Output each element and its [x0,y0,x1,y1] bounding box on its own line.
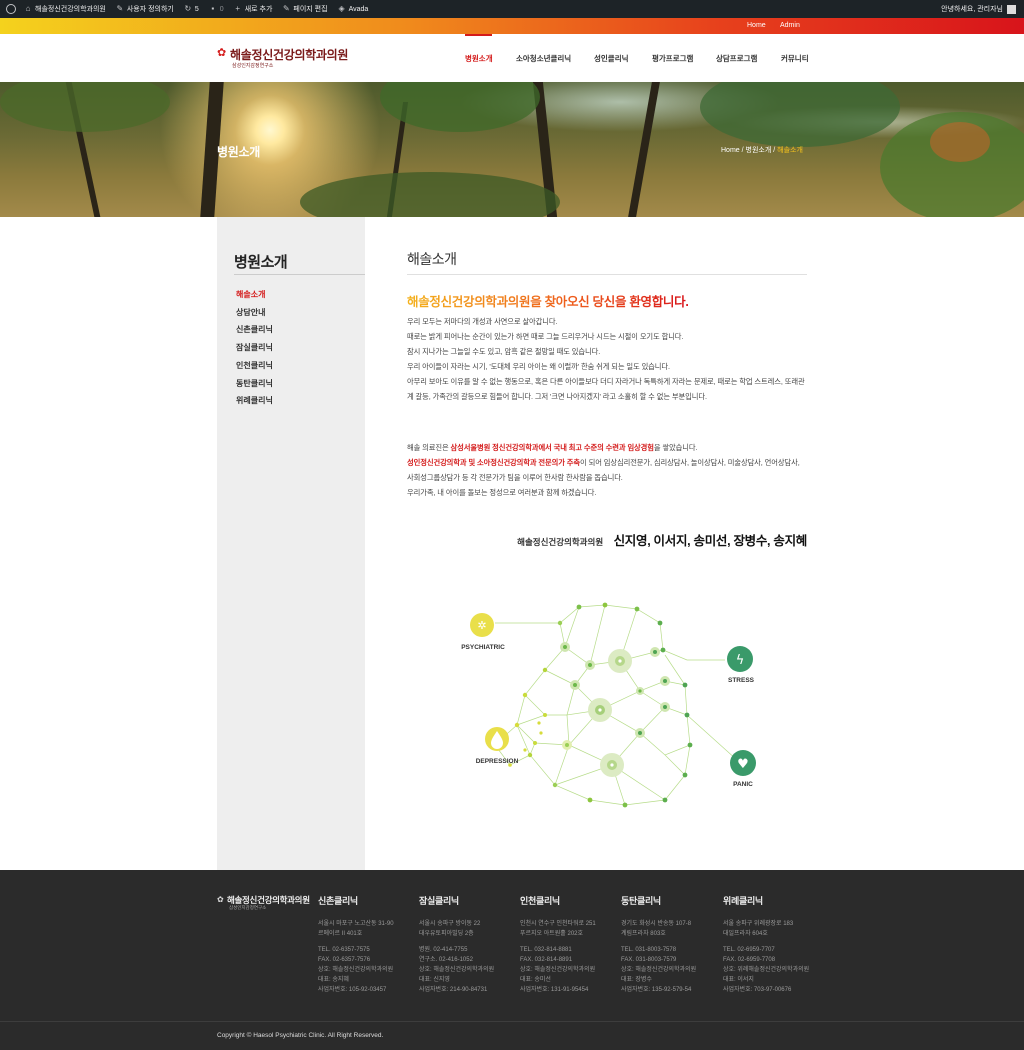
logo-flower-icon: ✿ [217,895,224,904]
avada-icon: ◈ [338,4,345,13]
logo-subtitle: 삼성인지감정연구소 [232,63,274,69]
avatar [1007,4,1016,14]
divider [407,274,807,275]
logo-name: 해솔정신건강의학과의원 [230,48,349,62]
sidebar-item-jamsil[interactable]: 잠실클리닉 [236,342,273,353]
plus-icon: + [235,4,241,13]
admin-account[interactable]: 안녕하세요, 관리자님 [941,0,1016,18]
nav-item-about[interactable]: 병원소개 [465,53,493,64]
admin-site-link[interactable]: ⌂ 해솔정신건강의학과의원 [24,4,106,14]
site-footer: ✿ 해솔정신건강의학과의원 삼성인지감정연구소 신촌클리닉 서울시 마포구 노고… [0,870,1024,1050]
refresh-icon: ↻ [184,4,192,13]
mind-network-diagram: ✲ PSYCHIATRIC ϟ STRESS DEPRESSION ♥ PANI… [461,602,756,808]
admin-customize-link[interactable]: ✎ 사용자 정의하기 [116,4,173,14]
svg-text:STRESS: STRESS [728,677,755,684]
doctors-signature: 해솔정신건강의학과의원 신지영, 이서지, 송미선, 장병수, 송지혜 [517,534,807,548]
top-home-link[interactable]: Home [747,22,766,29]
sidebar-item-consult[interactable]: 상담안내 [236,307,265,318]
depression-node: DEPRESSION [476,727,519,765]
foliage-autumn [930,122,990,162]
divider [0,1021,1024,1022]
top-admin-link[interactable]: Admin [780,22,800,29]
hero-banner: 병원소개 Home / 병원소개 / 해솔소개 [0,82,1024,217]
brush-icon: ✎ [116,4,124,13]
welcome-heading: 해솔정신건강의학과의원을 찾아오신 당신을 환영합니다. [407,291,689,310]
svg-text:PANIC: PANIC [733,781,753,788]
svg-text:✲: ✲ [477,619,486,632]
sidebar-title: 병원소개 [234,254,288,271]
nav-item-counseling[interactable]: 상담프로그램 [716,53,757,64]
wordpress-icon[interactable] [6,4,16,14]
psychiatric-node: ✲ PSYCHIATRIC [461,613,505,651]
sidebar: 병원소개 해솔소개 상담안내 신촌클리닉 잠실클리닉 인천클리닉 동탄클리닉 위… [217,217,365,870]
footer-clinic-incheon: 인천클리닉 인천시 연수구 인천타워로 251 푸르지오 아트원홀 202호 T… [520,896,596,993]
admin-updates-link[interactable]: ↻ 5 [184,5,199,13]
svg-text:ϟ: ϟ [736,653,745,668]
nav-item-assessment[interactable]: 평가프로그램 [652,53,693,64]
pencil-icon: ✎ [283,4,290,13]
sidebar-item-intro[interactable]: 해솔소개 [236,289,265,300]
svg-text:PSYCHIATRIC: PSYCHIATRIC [461,644,505,651]
top-strip: Home Admin [0,18,1024,34]
stress-node: ϟ STRESS [727,646,755,684]
staff-paragraph: 해솔 의료진은 삼성서울병원 정신건강의학과에서 국내 최고 수준의 수련과 임… [407,443,800,497]
network-hubs [560,642,670,777]
page-title: 해솔소개 [407,251,457,267]
intro-paragraph: 우리 모두는 저마다의 개성과 사연으로 살아갑니다. 때로는 밝게 피어나는 … [407,317,805,401]
divider [234,274,365,275]
footer-clinic-jamsil: 잠실클리닉 서울시 송파구 방이동 22 대우유토피아빌딩 2층 병원. 02-… [419,896,495,993]
sidebar-item-wirye[interactable]: 위례클리닉 [236,395,273,406]
logo-flower-icon: ✿ [217,47,227,59]
nav-item-child-clinic[interactable]: 소아청소년클리닉 [516,53,571,64]
breadcrumb-parent[interactable]: 병원소개 [746,147,772,154]
breadcrumb: Home / 병원소개 / 해솔소개 [721,147,803,154]
nav-item-adult-clinic[interactable]: 성인클리닉 [594,53,629,64]
hero-title: 병원소개 [217,145,260,159]
copyright: Copyright © Haesol Psychiatric Clinic. A… [217,1032,384,1039]
home-icon: ⌂ [25,4,31,13]
admin-comments-link[interactable]: ▪ 0 [209,4,223,13]
sidebar-item-dongtan[interactable]: 동탄클리닉 [236,378,273,389]
admin-avada-link[interactable]: ◈ Avada [338,4,368,13]
admin-edit-page-link[interactable]: ✎ 페이지 편집 [282,4,328,14]
breadcrumb-home[interactable]: Home [721,147,740,154]
nav-item-community[interactable]: 커뮤니티 [781,53,809,64]
footer-clinic-dongtan: 동탄클리닉 경기도 화성시 반송동 107-8 계림프라자 803호 TEL. … [621,896,697,993]
sidebar-item-sinchon[interactable]: 신촌클리닉 [236,324,273,335]
svg-text:♥: ♥ [737,757,749,772]
admin-bar: ⌂ 해솔정신건강의학과의원 ✎ 사용자 정의하기 ↻ 5 ▪ 0 + 새로 추가 ✎ 페이지… [0,0,1024,18]
breadcrumb-current: 해솔소개 [777,147,803,154]
sidebar-item-incheon[interactable]: 인천클리닉 [236,360,273,371]
nav-active-indicator [465,34,492,36]
panic-node: ♥ PANIC [730,750,756,788]
footer-clinic-wirye: 위례클리닉 서울 송파구 위례광장로 183 대일프라자 604호 TEL. 0… [723,896,810,993]
admin-new-link[interactable]: + 새로 추가 [234,4,272,14]
footer-clinic-sinchon: 신촌클리닉 서울시 마포구 노고산동 31-90 르메이르 II 401호 TE… [318,896,394,993]
svg-text:DEPRESSION: DEPRESSION [476,758,519,765]
site-header: ✿ 해솔정신건강의학과의원 삼성인지감정연구소 병원소개 소아청소년클리닉 성인… [0,34,1024,82]
comment-icon: ▪ [211,4,215,13]
